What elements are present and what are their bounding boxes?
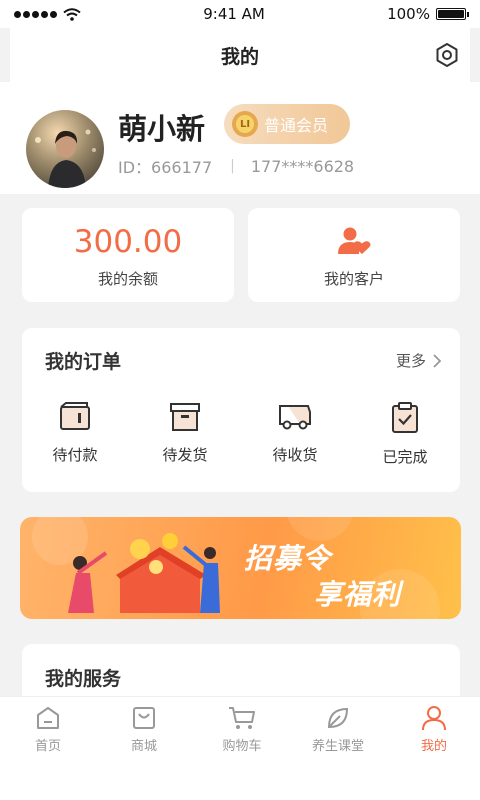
battery-group: 100%: [387, 5, 469, 23]
member-level: 普通会员: [264, 116, 329, 135]
banner-line2: 享福利: [314, 578, 402, 611]
wifi-icon: [63, 7, 81, 21]
user-info-line: ID：666177 | 177****6628: [118, 154, 354, 178]
order-pending-shipment[interactable]: 待发货: [140, 402, 230, 472]
services-title: 我的服务: [45, 668, 122, 690]
person-icon: [422, 706, 446, 731]
member-badge[interactable]: LI 普通会员: [224, 104, 350, 144]
order-label: 已完成: [382, 448, 428, 466]
signal-strength-icon: [14, 10, 57, 18]
balance-value: 300.00: [73, 224, 183, 260]
recruitment-banner[interactable]: 招募令 享福利: [20, 517, 461, 619]
customers-label: 我的客户: [323, 270, 384, 288]
divider: |: [230, 158, 235, 174]
status-bar: 9:41 AM 100%: [0, 0, 480, 28]
tab-health-class[interactable]: 养生课堂: [298, 705, 378, 754]
balance-card[interactable]: 300.00 我的余额: [22, 208, 234, 302]
order-label: 待收货: [272, 446, 318, 464]
truck-icon: [279, 405, 311, 430]
balance-label: 我的余额: [97, 270, 158, 288]
home-icon: [37, 707, 59, 729]
order-pending-receipt[interactable]: 待收货: [250, 402, 340, 472]
member-badge-mark: LI: [236, 115, 254, 133]
signal-group: [14, 7, 81, 21]
leaf-icon: [327, 707, 349, 729]
page-title: 我的: [220, 45, 259, 68]
tab-label: 首页: [34, 739, 61, 754]
tab-label: 养生课堂: [311, 739, 364, 754]
clipboard-check-icon: [392, 402, 418, 433]
settings-button[interactable]: [432, 40, 462, 70]
avatar[interactable]: [26, 110, 104, 188]
tab-label: 商城: [130, 739, 157, 754]
tab-mall[interactable]: 商城: [104, 705, 184, 754]
member-badge-icon: LI: [232, 111, 258, 137]
customers-icon: [338, 227, 371, 254]
order-label: 待发货: [162, 446, 208, 464]
nav-bar: 我的: [10, 28, 470, 82]
order-completed[interactable]: 已完成: [360, 402, 450, 472]
battery-percentage: 100%: [387, 5, 430, 23]
more-label: 更多: [395, 352, 426, 370]
avatar-photo: [26, 110, 104, 188]
tab-label: 购物车: [222, 739, 262, 754]
order-pending-payment[interactable]: 待付款: [30, 402, 120, 472]
orders-title: 我的订单: [45, 351, 122, 373]
order-label: 待付款: [52, 446, 98, 464]
customers-card[interactable]: 我的客户: [248, 208, 460, 302]
orders-more-link[interactable]: 更多: [396, 350, 442, 371]
settings-icon: [436, 43, 458, 67]
shopping-bag-icon: [133, 707, 155, 729]
chevron-right-icon: [433, 353, 442, 368]
username: 萌小新: [118, 112, 206, 146]
user-phone: 177****6628: [250, 156, 355, 176]
status-time: 9:41 AM: [203, 5, 265, 23]
wallet-icon: [60, 402, 90, 430]
banner-line1: 招募令: [244, 542, 332, 575]
bottom-tab-bar: 首页 商城 购物车 养生课堂 我的: [0, 696, 480, 800]
tab-label: 我的: [420, 739, 447, 754]
tab-mine[interactable]: 我的: [394, 705, 474, 754]
profile-section: 萌小新 LI 普通会员 ID：666177 | 177****6628: [0, 82, 480, 194]
tab-cart[interactable]: 购物车: [202, 705, 282, 754]
battery-level: [437, 10, 464, 18]
cart-icon: [229, 707, 255, 729]
box-icon: [170, 403, 200, 431]
tab-home[interactable]: 首页: [8, 705, 88, 754]
user-id: ID：666177: [118, 158, 213, 177]
orders-card: 我的订单 更多 待付款 待发货 待收货 已完成: [22, 328, 460, 492]
battery-icon: [435, 8, 469, 20]
